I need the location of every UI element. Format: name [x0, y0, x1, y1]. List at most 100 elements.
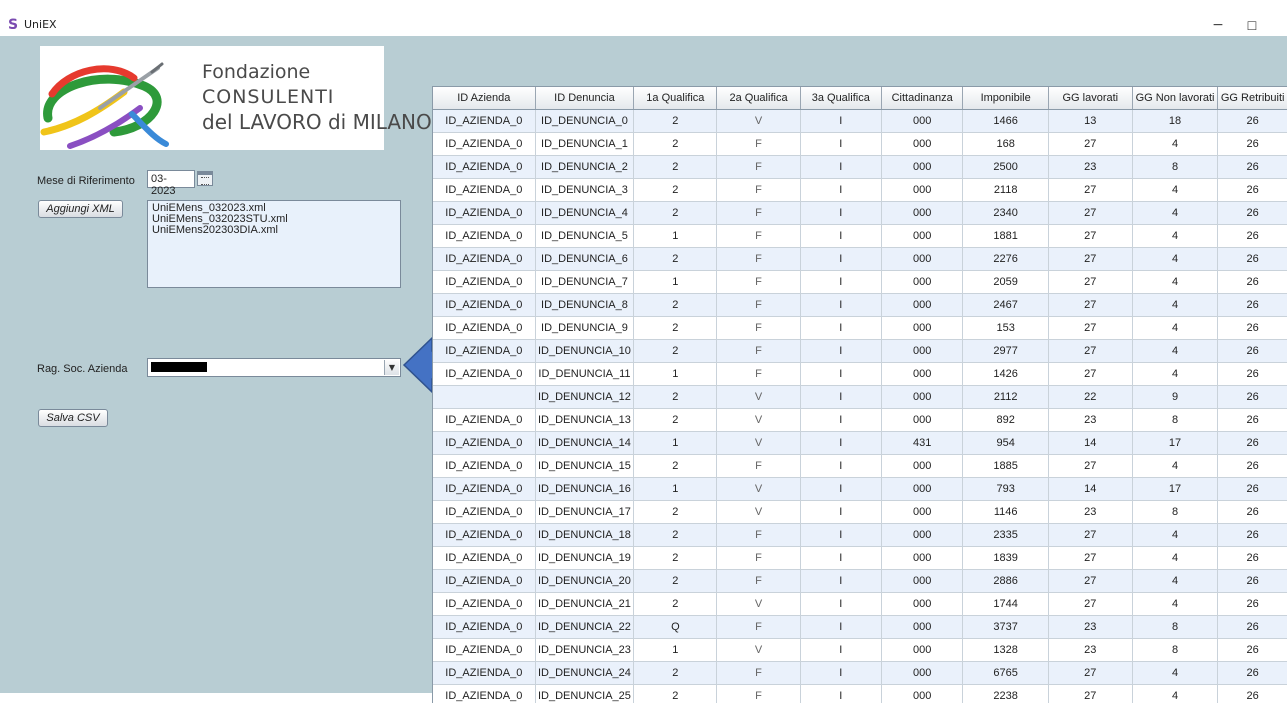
cell-gg-lavorati[interactable]: 27	[1048, 593, 1132, 616]
cell-imponibile[interactable]: 2112	[963, 386, 1048, 409]
cell-cittadinanza[interactable]: 431	[881, 432, 963, 455]
cell-cittadinanza[interactable]: 000	[881, 271, 963, 294]
cell-imponibile[interactable]: 892	[963, 409, 1048, 432]
cell-id-azienda[interactable]: ID_AZIENDA_0	[433, 409, 535, 432]
cell-gg-non-lavorati[interactable]: 18	[1132, 110, 1218, 133]
col-header-cittadinanza[interactable]: Cittadinanza	[881, 87, 963, 110]
table-row[interactable]: ID_AZIENDA_0ID_DENUNCIA_02VI000146613182…	[433, 110, 1287, 133]
col-header-id-azienda[interactable]: ID Azienda	[433, 87, 535, 110]
col-header-gg-non-lavorati[interactable]: GG Non lavorati	[1132, 87, 1218, 110]
cell-gg-non-lavorati[interactable]: 4	[1132, 179, 1218, 202]
cell-1a-qualifica[interactable]: 1	[634, 363, 717, 386]
table-row[interactable]: ID_AZIENDA_0ID_DENUNCIA_32FI000211827426	[433, 179, 1287, 202]
cell-gg-retribuiti[interactable]: 26	[1218, 501, 1287, 524]
cell-3a-qualifica[interactable]: I	[800, 593, 881, 616]
cell-2a-qualifica[interactable]: F	[717, 271, 800, 294]
cell-cittadinanza[interactable]: 000	[881, 662, 963, 685]
cell-gg-non-lavorati[interactable]: 17	[1132, 478, 1218, 501]
cell-1a-qualifica[interactable]: 1	[634, 432, 717, 455]
cell-2a-qualifica[interactable]: F	[717, 524, 800, 547]
cell-2a-qualifica[interactable]: F	[717, 363, 800, 386]
cell-gg-retribuiti[interactable]: 26	[1218, 570, 1287, 593]
cell-3a-qualifica[interactable]: I	[800, 455, 881, 478]
cell-cittadinanza[interactable]: 000	[881, 340, 963, 363]
table-row[interactable]: ID_AZIENDA_0ID_DENUNCIA_22QFI00037372382…	[433, 616, 1287, 639]
cell-id-denuncia[interactable]: ID_DENUNCIA_2	[535, 156, 634, 179]
cell-2a-qualifica[interactable]: F	[717, 156, 800, 179]
cell-2a-qualifica[interactable]: F	[717, 662, 800, 685]
cell-2a-qualifica[interactable]: F	[717, 133, 800, 156]
cell-gg-non-lavorati[interactable]: 4	[1132, 317, 1218, 340]
cell-1a-qualifica[interactable]: 2	[634, 662, 717, 685]
cell-id-denuncia[interactable]: ID_DENUNCIA_23	[535, 639, 634, 662]
cell-imponibile[interactable]: 3737	[963, 616, 1048, 639]
cell-cittadinanza[interactable]: 000	[881, 225, 963, 248]
cell-gg-lavorati[interactable]: 23	[1048, 409, 1132, 432]
cell-id-denuncia[interactable]: ID_DENUNCIA_24	[535, 662, 634, 685]
cell-imponibile[interactable]: 2500	[963, 156, 1048, 179]
table-row[interactable]: ID_AZIENDA_0ID_DENUNCIA_212VI00017442742…	[433, 593, 1287, 616]
table-row[interactable]: ID_AZIENDA_0ID_DENUNCIA_252FI00022382742…	[433, 685, 1287, 703]
cell-gg-non-lavorati[interactable]: 4	[1132, 547, 1218, 570]
cell-1a-qualifica[interactable]: 1	[634, 271, 717, 294]
calendar-icon[interactable]	[197, 171, 213, 186]
cell-gg-retribuiti[interactable]: 26	[1218, 156, 1287, 179]
cell-gg-lavorati[interactable]: 27	[1048, 225, 1132, 248]
cell-1a-qualifica[interactable]: 1	[634, 478, 717, 501]
cell-id-denuncia[interactable]: ID_DENUNCIA_0	[535, 110, 634, 133]
table-row[interactable]: ID_AZIENDA_0ID_DENUNCIA_51FI000188127426	[433, 225, 1287, 248]
cell-imponibile[interactable]: 1885	[963, 455, 1048, 478]
table-row[interactable]: ID_AZIENDA_0ID_DENUNCIA_152FI00018852742…	[433, 455, 1287, 478]
cell-gg-retribuiti[interactable]: 26	[1218, 639, 1287, 662]
cell-3a-qualifica[interactable]: I	[800, 271, 881, 294]
cell-2a-qualifica[interactable]: F	[717, 340, 800, 363]
cell-gg-lavorati[interactable]: 22	[1048, 386, 1132, 409]
cell-gg-lavorati[interactable]: 27	[1048, 294, 1132, 317]
cell-gg-retribuiti[interactable]: 26	[1218, 547, 1287, 570]
cell-id-azienda[interactable]: ID_AZIENDA_0	[433, 294, 535, 317]
cell-id-denuncia[interactable]: ID_DENUNCIA_11	[535, 363, 634, 386]
cell-3a-qualifica[interactable]: I	[800, 202, 881, 225]
table-row[interactable]: ID_AZIENDA_0ID_DENUNCIA_231VI00013282382…	[433, 639, 1287, 662]
cell-id-denuncia[interactable]: ID_DENUNCIA_6	[535, 248, 634, 271]
cell-2a-qualifica[interactable]: V	[717, 478, 800, 501]
cell-imponibile[interactable]: 2977	[963, 340, 1048, 363]
cell-gg-retribuiti[interactable]: 26	[1218, 524, 1287, 547]
cell-gg-retribuiti[interactable]: 26	[1218, 363, 1287, 386]
cell-cittadinanza[interactable]: 000	[881, 294, 963, 317]
maximize-button[interactable]: ☐	[1242, 19, 1262, 33]
cell-id-azienda[interactable]: ID_AZIENDA_0	[433, 133, 535, 156]
cell-3a-qualifica[interactable]: I	[800, 639, 881, 662]
cell-gg-non-lavorati[interactable]: 4	[1132, 225, 1218, 248]
cell-3a-qualifica[interactable]: I	[800, 570, 881, 593]
table-row[interactable]: ID_AZIENDA_0ID_DENUNCIA_132VI00089223826	[433, 409, 1287, 432]
cell-id-azienda[interactable]: ID_AZIENDA_0	[433, 225, 535, 248]
cell-3a-qualifica[interactable]: I	[800, 317, 881, 340]
cell-imponibile[interactable]: 1881	[963, 225, 1048, 248]
cell-cittadinanza[interactable]: 000	[881, 202, 963, 225]
cell-imponibile[interactable]: 6765	[963, 662, 1048, 685]
cell-gg-retribuiti[interactable]: 26	[1218, 133, 1287, 156]
cell-gg-retribuiti[interactable]: 26	[1218, 202, 1287, 225]
cell-gg-lavorati[interactable]: 27	[1048, 248, 1132, 271]
cell-gg-non-lavorati[interactable]: 4	[1132, 593, 1218, 616]
cell-id-azienda[interactable]: ID_AZIENDA_0	[433, 616, 535, 639]
table-row[interactable]: ID_AZIENDA_0ID_DENUNCIA_92FI00015327426	[433, 317, 1287, 340]
cell-cittadinanza[interactable]: 000	[881, 478, 963, 501]
cell-gg-lavorati[interactable]: 23	[1048, 501, 1132, 524]
cell-3a-qualifica[interactable]: I	[800, 685, 881, 703]
table-row[interactable]: ID_AZIENDA_0ID_DENUNCIA_62FI000227627426	[433, 248, 1287, 271]
cell-cittadinanza[interactable]: 000	[881, 110, 963, 133]
table-row[interactable]: ID_AZIENDA_0ID_DENUNCIA_22FI000250023826	[433, 156, 1287, 179]
cell-2a-qualifica[interactable]: V	[717, 639, 800, 662]
cell-gg-non-lavorati[interactable]: 8	[1132, 501, 1218, 524]
cell-gg-retribuiti[interactable]: 26	[1218, 317, 1287, 340]
cell-1a-qualifica[interactable]: 2	[634, 179, 717, 202]
cell-3a-qualifica[interactable]: I	[800, 432, 881, 455]
cell-2a-qualifica[interactable]: F	[717, 294, 800, 317]
cell-1a-qualifica[interactable]: 2	[634, 340, 717, 363]
cell-gg-non-lavorati[interactable]: 4	[1132, 340, 1218, 363]
cell-1a-qualifica[interactable]: 2	[634, 110, 717, 133]
cell-2a-qualifica[interactable]: F	[717, 317, 800, 340]
cell-gg-lavorati[interactable]: 14	[1048, 478, 1132, 501]
